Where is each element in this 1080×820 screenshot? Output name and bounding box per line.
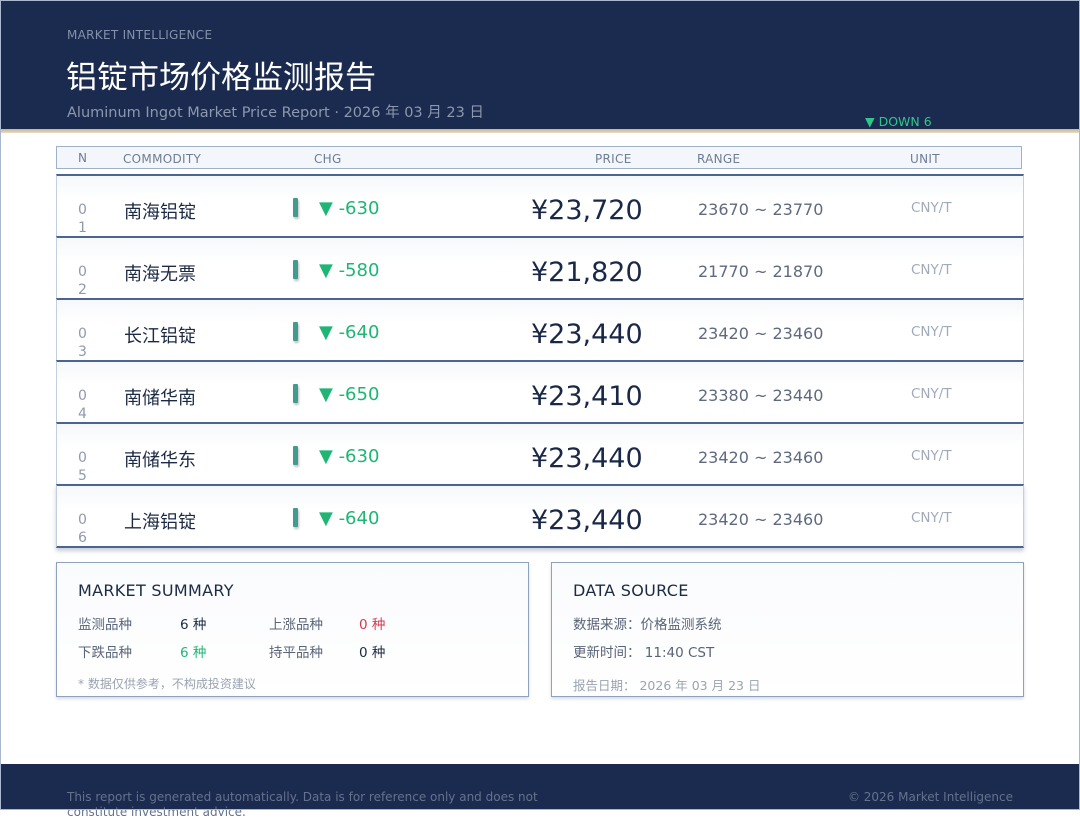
data-source-title: DATA SOURCE — [573, 581, 689, 600]
price-value: ¥23,440 — [531, 443, 643, 474]
table-row: 06 上海铝锭 ▼ -640 ¥23,440 23420 ~ 23460 CNY… — [56, 484, 1024, 548]
price-unit: CNY/T — [911, 510, 952, 526]
price-table: 01 南海铝锭 ▼ -630 ¥23,720 23670 ~ 23770 CNY… — [56, 174, 1024, 548]
change-indicator-bar — [293, 198, 298, 217]
price-change: ▼ -640 — [319, 322, 380, 343]
footer-disclaimer: This report is generated automatically. … — [67, 790, 538, 819]
row-number: 02 — [78, 264, 87, 298]
row-number: 04 — [78, 388, 87, 422]
page-title: 铝锭市场价格监测报告 — [66, 60, 376, 96]
data-source-card: DATA SOURCE 数据来源：价格监测系统 更新时间： 11:40 CST … — [551, 562, 1024, 697]
table-row: 05 南储华东 ▼ -630 ¥23,440 23420 ~ 23460 CNY… — [56, 422, 1024, 484]
change-indicator-bar — [293, 384, 298, 403]
price-change: ▼ -580 — [319, 260, 380, 281]
price-range: 23420 ~ 23460 — [698, 448, 824, 467]
up-label: 上涨品种 — [269, 617, 323, 633]
price-range: 23420 ~ 23460 — [698, 324, 824, 343]
table-header: NO COMMODITY CHG PRICE RANGE UNIT — [56, 146, 1022, 169]
table-row: 02 南海无票 ▼ -580 ¥21,820 21770 ~ 21870 CNY… — [56, 236, 1024, 298]
footer-copyright: © 2026 Market Intelligence — [847, 790, 1013, 804]
price-value: ¥23,720 — [531, 195, 643, 226]
price-value: ¥23,410 — [531, 381, 643, 412]
commodity-name: 南海无票 — [124, 264, 196, 285]
price-unit: CNY/T — [911, 200, 952, 216]
commodity-name: 上海铝锭 — [124, 512, 196, 533]
change-indicator-bar — [293, 322, 298, 341]
commodity-name: 南储华南 — [124, 388, 196, 409]
column-header-commodity: COMMODITY — [123, 152, 202, 166]
price-value: ¥23,440 — [531, 505, 643, 536]
price-range: 23670 ~ 23770 — [698, 200, 824, 219]
flat-label: 持平品种 — [269, 645, 323, 661]
data-source-line: 数据来源：价格监测系统 — [573, 617, 722, 633]
change-indicator-bar — [293, 260, 298, 279]
commodity-name: 南海铝锭 — [124, 202, 196, 223]
monitored-value: 6 种 — [180, 617, 207, 633]
down-count-badge: ▼ DOWN 6 — [865, 114, 932, 129]
monitored-label: 监测品种 — [78, 617, 132, 633]
price-range: 23380 ~ 23440 — [698, 386, 824, 405]
page-subtitle: Aluminum Ingot Market Price Report · 202… — [67, 105, 484, 121]
table-row: 03 长江铝锭 ▼ -640 ¥23,440 23420 ~ 23460 CNY… — [56, 298, 1024, 360]
price-unit: CNY/T — [911, 324, 952, 340]
header-divider — [0, 129, 1080, 133]
table-row: 01 南海铝锭 ▼ -630 ¥23,720 23670 ~ 23770 CNY… — [56, 174, 1024, 236]
commodity-name: 长江铝锭 — [124, 326, 196, 347]
row-number: 05 — [78, 450, 87, 484]
report-footer: This report is generated automatically. … — [0, 764, 1080, 819]
report-date-line: 报告日期： 2026 年 03 月 23 日 — [573, 678, 761, 693]
change-indicator-bar — [293, 446, 298, 465]
column-header-range: RANGE — [697, 152, 741, 166]
down-value: 6 种 — [180, 645, 207, 661]
change-indicator-bar — [293, 508, 298, 527]
eyebrow-label: MARKET INTELLIGENCE — [67, 28, 213, 42]
price-unit: CNY/T — [911, 262, 952, 278]
column-header-no: NO — [78, 152, 88, 165]
table-row: 04 南储华南 ▼ -650 ¥23,410 23380 ~ 23440 CNY… — [56, 360, 1024, 422]
column-header-price: PRICE — [595, 152, 632, 166]
row-number: 06 — [78, 512, 87, 546]
market-summary-title: MARKET SUMMARY — [78, 581, 234, 600]
row-number: 01 — [78, 202, 87, 236]
price-change: ▼ -630 — [319, 198, 380, 219]
market-summary-card: MARKET SUMMARY 监测品种 6 种 上涨品种 0 种 下跌品种 6 … — [56, 562, 529, 697]
column-header-chg: CHG — [314, 152, 342, 166]
price-change: ▼ -650 — [319, 384, 380, 405]
disclaimer-note: * 数据仅供参考，不构成投资建议 — [78, 677, 256, 691]
price-value: ¥21,820 — [531, 257, 643, 288]
price-range: 23420 ~ 23460 — [698, 510, 824, 529]
up-value: 0 种 — [359, 617, 386, 633]
price-unit: CNY/T — [911, 448, 952, 464]
column-header-unit: UNIT — [910, 152, 940, 166]
price-unit: CNY/T — [911, 386, 952, 402]
commodity-name: 南储华东 — [124, 450, 196, 471]
price-range: 21770 ~ 21870 — [698, 262, 824, 281]
price-value: ¥23,440 — [531, 319, 643, 350]
flat-value: 0 种 — [359, 645, 386, 661]
report-header: MARKET INTELLIGENCE 铝锭市场价格监测报告 Aluminum … — [0, 0, 1080, 133]
down-label: 下跌品种 — [78, 645, 132, 661]
update-time-line: 更新时间： 11:40 CST — [573, 645, 715, 661]
row-number: 03 — [78, 326, 87, 360]
price-change: ▼ -630 — [319, 446, 380, 467]
price-change: ▼ -640 — [319, 508, 380, 529]
